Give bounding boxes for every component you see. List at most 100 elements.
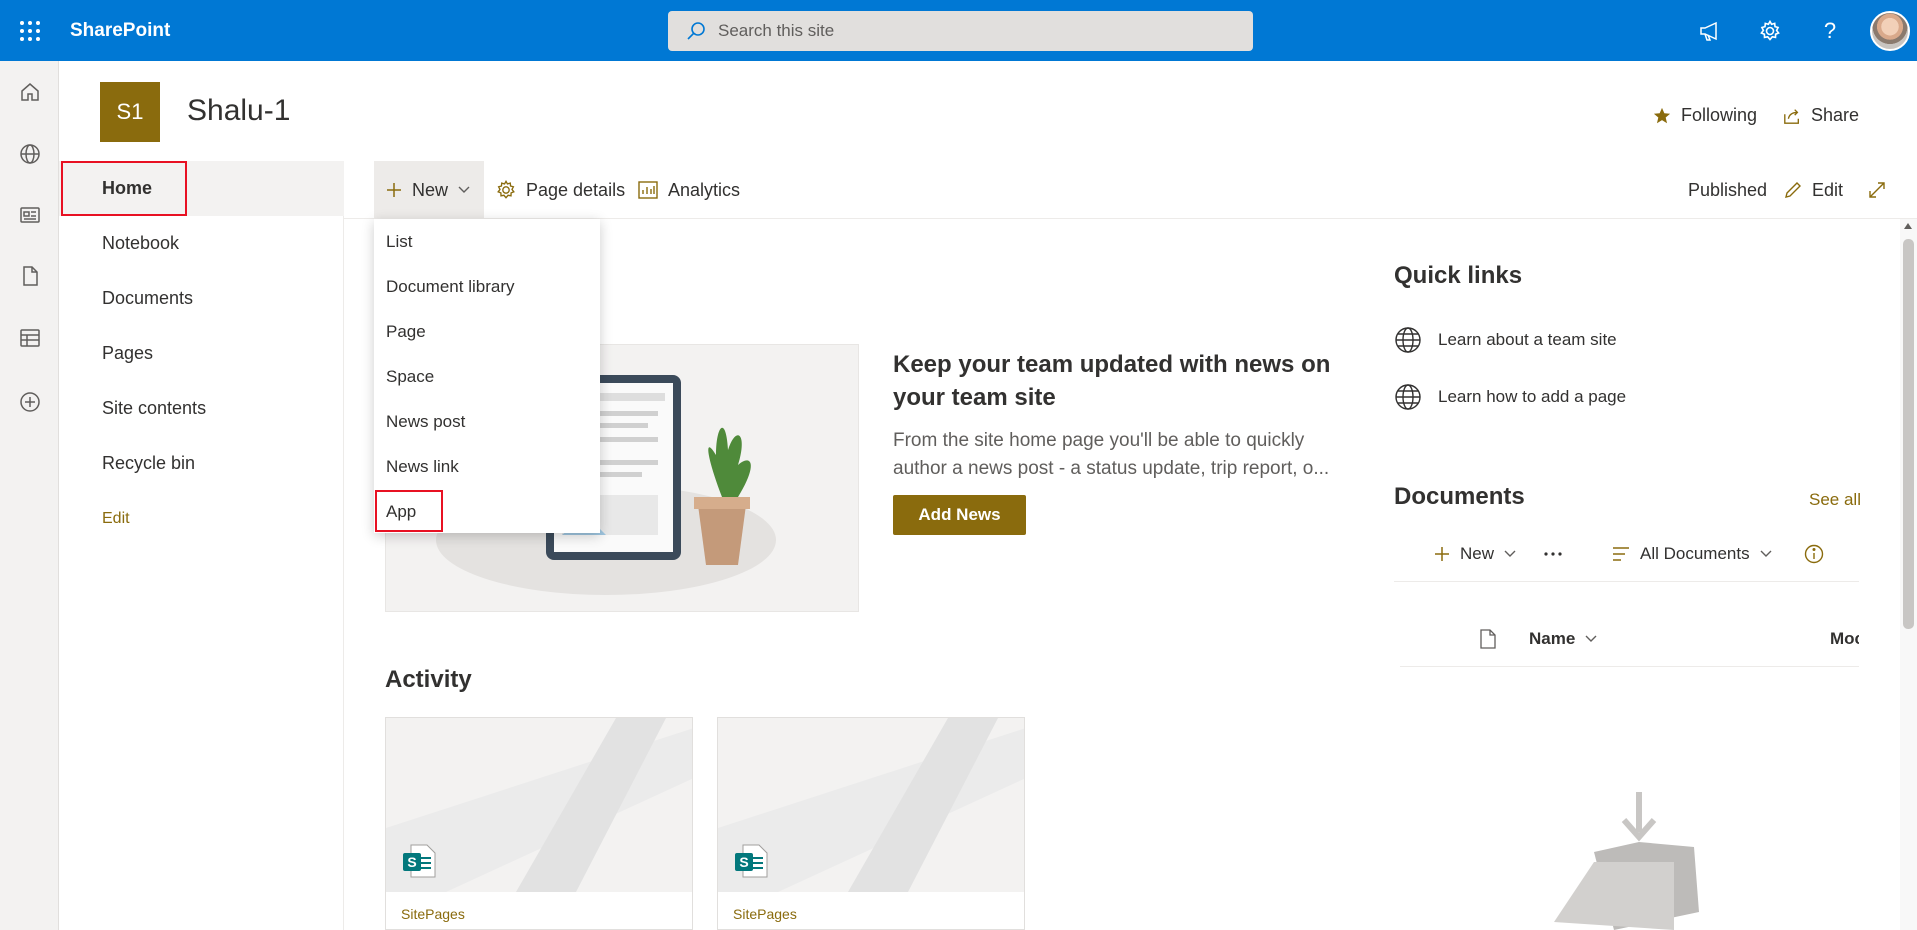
info-icon[interactable]	[1804, 530, 1824, 578]
modified-column-header[interactable]: Moc	[1830, 629, 1859, 649]
nav-edit-label: Edit	[102, 509, 130, 527]
news-title: Keep your team updated with news on your…	[893, 351, 1331, 411]
help-icon[interactable]: ?	[1810, 11, 1850, 51]
globe-icon[interactable]	[15, 139, 45, 169]
add-news-button[interactable]: Add News	[893, 495, 1026, 535]
home-highlight-box	[61, 161, 187, 216]
edit-page-button[interactable]: Edit	[1784, 161, 1843, 219]
user-avatar[interactable]	[1870, 11, 1910, 51]
menu-item-space[interactable]: Space	[374, 354, 600, 399]
file-type-icon	[1480, 629, 1496, 649]
share-button[interactable]: Share	[1783, 105, 1859, 126]
analytics-chart-icon	[638, 181, 658, 199]
app-launcher-icon[interactable]	[0, 0, 59, 61]
site-logo[interactable]: S1	[100, 82, 160, 142]
card-label: SitePages	[733, 906, 797, 922]
nav-item-recycle-bin[interactable]: Recycle bin	[59, 436, 344, 491]
pencil-icon	[1784, 181, 1802, 199]
settings-gear-icon[interactable]	[1750, 11, 1790, 51]
page-status: Published	[1688, 161, 1767, 219]
sitepages-file-icon: S	[401, 843, 437, 879]
plus-icon	[1434, 546, 1450, 562]
menu-item-label: Page	[386, 321, 426, 341]
site-title[interactable]: Shalu-1	[187, 94, 290, 128]
app-highlight-box	[375, 490, 443, 532]
view-switcher-button[interactable]: All Documents	[1612, 530, 1772, 578]
menu-item-label: Space	[386, 366, 435, 386]
home-icon[interactable]	[15, 77, 45, 107]
menu-item-document-library[interactable]: Document library	[374, 264, 600, 309]
chevron-down-icon	[1760, 550, 1772, 558]
documents-heading: Documents	[1394, 483, 1525, 510]
app-bar	[0, 61, 59, 930]
documents-column-header: Name Moc	[1400, 615, 1859, 667]
documents-new-button[interactable]: New	[1434, 530, 1516, 578]
nav-edit-link[interactable]: Edit	[59, 491, 344, 546]
analytics-button[interactable]: Analytics	[638, 161, 740, 219]
see-all-link[interactable]: See all	[1809, 490, 1861, 510]
activity-card[interactable]: S SitePages	[717, 717, 1025, 930]
news-icon[interactable]	[15, 200, 45, 230]
expand-icon[interactable]	[1868, 161, 1886, 219]
page-command-bar: New Page details Analytics Published Edi…	[344, 161, 1917, 219]
page-scrollbar[interactable]	[1900, 219, 1917, 930]
lists-icon[interactable]	[15, 323, 45, 353]
svg-text:S: S	[407, 854, 416, 870]
search-box[interactable]	[668, 11, 1253, 51]
menu-item-news-post[interactable]: News post	[374, 399, 600, 444]
documents-command-bar: New All Documents	[1394, 530, 1859, 582]
following-button[interactable]: Following	[1653, 105, 1757, 126]
activity-card[interactable]: S SitePages	[385, 717, 693, 930]
page-details-label: Page details	[526, 179, 626, 200]
news-description: From the site home page you'll be able t…	[893, 430, 1330, 479]
new-menu-dropdown: List Document library Page Space News po…	[374, 219, 600, 533]
globe-icon	[1394, 383, 1422, 411]
new-label: New	[412, 179, 449, 200]
svg-text:S: S	[739, 854, 748, 870]
view-label: All Documents	[1640, 544, 1750, 563]
nav-item-label: Site contents	[102, 398, 207, 418]
menu-item-news-link[interactable]: News link	[374, 444, 600, 489]
suite-bar: SharePoint ?	[0, 0, 1917, 61]
menu-item-label: List	[386, 231, 413, 251]
chevron-down-icon	[458, 186, 470, 194]
quick-links-heading: Quick links	[1394, 262, 1523, 289]
menu-item-label: Document library	[386, 276, 515, 296]
nav-item-site-contents[interactable]: Site contents	[59, 381, 344, 436]
share-label: Share	[1811, 105, 1860, 125]
page-details-button[interactable]: Page details	[496, 161, 625, 219]
nav-item-notebook[interactable]: Notebook	[59, 216, 344, 271]
chevron-down-icon	[1504, 550, 1516, 558]
more-options-icon[interactable]	[1544, 530, 1562, 578]
quick-link-label: Learn about a team site	[1438, 330, 1617, 349]
new-menu-button[interactable]: New	[374, 161, 484, 219]
published-status-label: Published	[1688, 179, 1768, 200]
menu-item-label: News link	[386, 456, 459, 476]
edit-label: Edit	[1812, 179, 1844, 200]
nav-item-pages[interactable]: Pages	[59, 326, 344, 381]
search-input[interactable]	[718, 21, 1198, 41]
megaphone-icon[interactable]	[1690, 11, 1730, 51]
card-label: SitePages	[401, 906, 465, 922]
nav-item-label: Recycle bin	[102, 453, 196, 473]
quick-link-add-page[interactable]: Learn how to add a page	[1394, 383, 1626, 411]
sharepoint-brand-link[interactable]: SharePoint	[70, 20, 170, 42]
document-icon[interactable]	[15, 261, 45, 291]
create-add-icon[interactable]	[15, 387, 45, 417]
new-label: New	[1460, 544, 1495, 563]
name-column-label: Name	[1529, 629, 1576, 648]
quick-link-label: Learn how to add a page	[1438, 387, 1627, 406]
nav-item-documents[interactable]: Documents	[59, 271, 344, 326]
quick-link-team-site[interactable]: Learn about a team site	[1394, 326, 1617, 354]
scroll-up-arrow-icon[interactable]	[1904, 223, 1912, 229]
menu-item-list[interactable]: List	[374, 219, 600, 264]
menu-item-page[interactable]: Page	[374, 309, 600, 354]
nav-item-label: Notebook	[102, 233, 180, 253]
analytics-label: Analytics	[668, 179, 741, 200]
scrollbar-thumb[interactable]	[1903, 239, 1914, 629]
chevron-down-icon	[1585, 635, 1597, 643]
star-filled-icon	[1653, 107, 1671, 125]
name-column-header[interactable]: Name	[1529, 629, 1597, 649]
share-icon	[1783, 107, 1801, 125]
nav-item-label: Documents	[102, 288, 194, 308]
